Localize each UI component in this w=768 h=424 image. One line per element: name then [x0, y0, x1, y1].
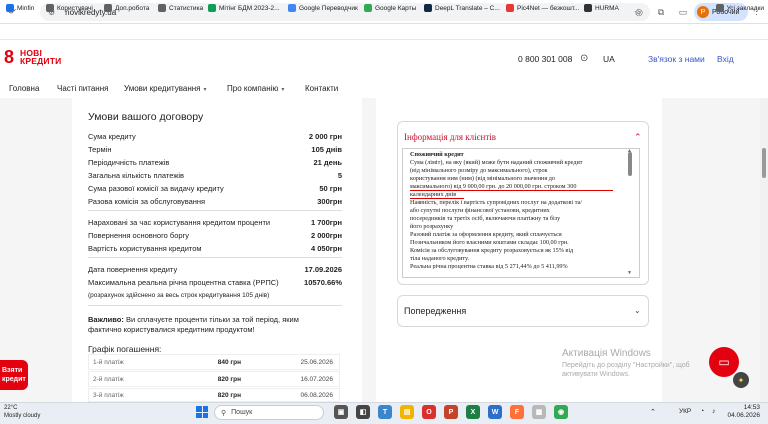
bookmark-item[interactable]: Minfin [6, 0, 34, 16]
clock[interactable]: 14:53 04.06.2026 [726, 404, 760, 420]
taskbar-search[interactable]: ⚲ Пошук [214, 405, 324, 420]
deepl-icon [424, 4, 432, 12]
get-credit-button[interactable]: Взяти кредит [0, 360, 28, 390]
contract-row: Разова комісія за обслуговування 300грн [88, 197, 342, 206]
contract-title: Умови вашого договору [88, 111, 204, 123]
pic4net-icon [506, 4, 514, 12]
table-row: 2-й платіж 820 грн 16.07.2026 [88, 371, 340, 387]
contract-row: Періодичність платежів 21 день [88, 158, 342, 167]
bookmark-item[interactable]: Мітінг БДМ 2023-2... [208, 0, 280, 16]
bookmark-item[interactable]: HURMA [584, 0, 619, 16]
red-underline [410, 190, 613, 191]
contract-row: Нараховані за час користування кредитом … [88, 218, 342, 227]
page-scrollbar[interactable] [760, 98, 768, 402]
page-scrollbar-thumb[interactable] [762, 148, 766, 178]
avatar: Р [697, 6, 709, 18]
tray-chevron-icon[interactable]: ⌃ [650, 408, 656, 416]
calculation-note: (розрахунок здійснено за весь строк кред… [88, 292, 270, 299]
menu-home[interactable]: Головна [9, 84, 39, 93]
widgets-icon[interactable]: ◧ [356, 405, 370, 419]
table-row: 3-й платіж 820 грн 06.08.2026 [88, 388, 340, 402]
search-icon: ⚲ [221, 409, 227, 417]
sidepanel-icon[interactable]: ▭ [676, 5, 690, 19]
app-icon[interactable]: ▦ [532, 405, 546, 419]
scroll-down-icon[interactable]: ▼ [627, 270, 632, 276]
file-explorer-icon[interactable]: ▤ [400, 405, 414, 419]
logo-line-2: КРЕДИТИ [20, 56, 62, 66]
login-link[interactable]: Вхід [717, 54, 734, 64]
language-switch[interactable]: UA [603, 54, 615, 64]
maps-icon [364, 4, 372, 12]
menu-about[interactable]: Про компанію ▾ [227, 84, 284, 93]
chrome-icon[interactable]: ◉ [554, 405, 568, 419]
opera-icon[interactable]: O [422, 405, 436, 419]
sparkle-icon[interactable]: ✦ [733, 372, 749, 388]
extensions-icon[interactable]: ⧉ [654, 5, 668, 19]
contract-row: Термін 105 днів [88, 145, 342, 154]
schedule-title: Графік погашення: [88, 344, 162, 354]
wifi-icon[interactable]: ◔ [700, 408, 704, 415]
menu-credit-terms[interactable]: Умови кредитування ▾ [124, 84, 207, 93]
inner-scrollbar[interactable] [628, 152, 632, 176]
bookmark-item[interactable]: Доп.робота [104, 0, 149, 16]
menu-faq[interactable]: Часті питання [57, 84, 108, 93]
contact-link[interactable]: Зв'язок з нами [648, 54, 705, 64]
hurma-icon [584, 4, 592, 12]
camera-icon[interactable]: ◎ [632, 5, 646, 19]
site-logo[interactable]: 8 НОВІ КРЕДИТИ [4, 47, 61, 67]
menu-contacts[interactable]: Контакти [305, 84, 338, 93]
firefox-icon[interactable]: F [510, 405, 524, 419]
teams-icon[interactable]: T [378, 405, 392, 419]
bookmark-item[interactable]: Користувачі [46, 0, 93, 16]
contract-row: Сума кредиту 2 000 грн [88, 132, 342, 141]
contract-row: Загальна кількість платежів 5 [88, 171, 342, 180]
location-icon[interactable]: ⊙ [580, 53, 588, 64]
word-icon[interactable]: W [488, 405, 502, 419]
table-row: 1-й платіж 840 грн 25.06.2026 [88, 354, 340, 370]
folder-icon [715, 4, 724, 12]
important-notice: Важливо: Ви сплачуєте проценти тільки за… [88, 315, 299, 334]
divider [88, 210, 342, 211]
powerpoint-icon[interactable]: P [444, 405, 458, 419]
logo-mark-icon: 8 [4, 47, 15, 67]
bookmark-item[interactable]: Статистика [158, 0, 203, 16]
contract-row: Сума разової комісії за видачу кредиту 50… [88, 184, 342, 193]
folder-icon [158, 4, 166, 12]
language-indicator[interactable]: УКР [679, 408, 691, 415]
bookmark-item[interactable]: Google Переводчик [288, 0, 358, 16]
chevron-down-icon[interactable]: ⌄ [634, 306, 641, 315]
contract-row: Дата повернення кредиту 17.09.2026 [88, 265, 342, 274]
bookmark-item[interactable]: Pic4Net — безкошт... [506, 0, 579, 16]
excel-icon[interactable]: X [466, 405, 480, 419]
bookmark-item[interactable]: DeepL Translate – С... [424, 0, 500, 16]
windows-start-icon[interactable] [196, 406, 208, 418]
task-view-icon[interactable]: ▣ [334, 405, 348, 419]
folder-icon [46, 4, 54, 12]
red-underline [410, 198, 464, 199]
client-info-title[interactable]: Інформація для клієнтів [404, 132, 496, 142]
divider [88, 305, 342, 306]
client-info-text: Споживчий кредит Сума (ліміт), на яку (я… [410, 151, 583, 269]
sheets-icon [208, 4, 216, 12]
weather-widget[interactable]: 22°C Mostly cloudy [4, 404, 40, 420]
volume-icon[interactable]: ♪ [712, 408, 716, 415]
translate-icon [288, 4, 296, 12]
chevron-up-icon[interactable]: ⌃ [634, 132, 642, 143]
divider [88, 257, 342, 258]
warnings-title[interactable]: Попередження [404, 306, 466, 316]
bookmarks-bar [0, 24, 768, 40]
all-bookmarks[interactable]: Усі закладки [715, 0, 764, 16]
chat-icon[interactable]: ▭ [709, 347, 739, 377]
windows-activation-watermark: Активація Windows Перейдіть до розділу "… [562, 348, 690, 378]
contract-row: Максимальна реальна річна процентна став… [88, 278, 342, 287]
folder-icon [104, 4, 112, 12]
chevron-down-icon: ▾ [203, 87, 207, 93]
contract-row: Вартість користування кредитом 4 050грн [88, 244, 342, 253]
minfin-icon [6, 4, 14, 12]
contract-row: Повернення основного боргу 2 000грн [88, 231, 342, 240]
chevron-down-icon: ▾ [281, 87, 285, 93]
bookmark-item[interactable]: Google Карты [364, 0, 416, 16]
phone-number[interactable]: 0 800 301 008 [518, 54, 572, 64]
